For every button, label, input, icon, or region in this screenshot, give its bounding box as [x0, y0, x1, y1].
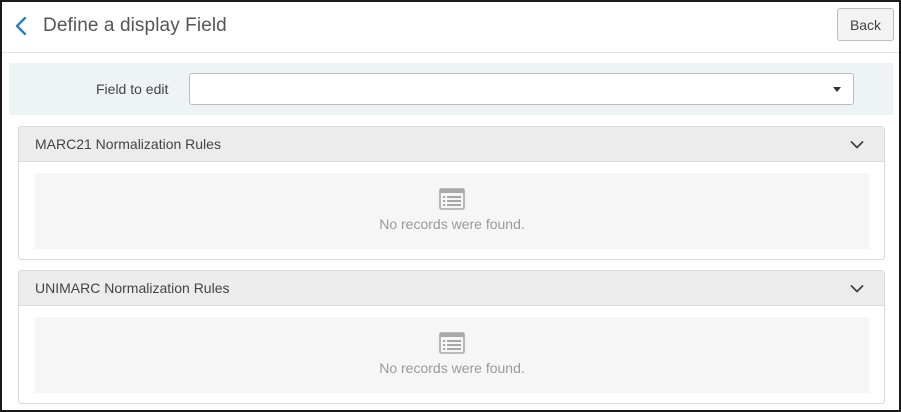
- chevron-down-icon[interactable]: [850, 140, 864, 150]
- unimarc-empty-message: No records were found.: [379, 360, 525, 376]
- list-icon: [439, 188, 465, 210]
- marc21-empty-message: No records were found.: [379, 216, 525, 232]
- marc21-empty-state: No records were found.: [35, 173, 869, 249]
- list-icon: [439, 332, 465, 354]
- caret-down-icon: [833, 87, 841, 92]
- unimarc-panel-header[interactable]: UNIMARC Normalization Rules: [19, 271, 884, 306]
- unimarc-empty-state: No records were found.: [35, 317, 869, 393]
- field-to-edit-select[interactable]: [189, 73, 854, 105]
- chevron-down-icon[interactable]: [850, 284, 864, 294]
- unimarc-normalization-panel: UNIMARC Normalization Rules No records w…: [18, 270, 885, 404]
- chevron-left-icon[interactable]: [12, 13, 32, 39]
- page-header: Define a display Field Back: [2, 2, 899, 53]
- page-title: Define a display Field: [43, 15, 227, 36]
- unimarc-panel-title: UNIMARC Normalization Rules: [35, 280, 230, 296]
- page-frame: Define a display Field Back Field to edi…: [0, 0, 901, 412]
- marc21-panel-title: MARC21 Normalization Rules: [35, 136, 221, 152]
- field-to-edit-row: Field to edit: [9, 63, 893, 115]
- marc21-panel-header[interactable]: MARC21 Normalization Rules: [19, 127, 884, 162]
- marc21-normalization-panel: MARC21 Normalization Rules No records we…: [18, 126, 885, 260]
- back-button[interactable]: Back: [837, 8, 894, 41]
- field-to-edit-label: Field to edit: [96, 81, 169, 97]
